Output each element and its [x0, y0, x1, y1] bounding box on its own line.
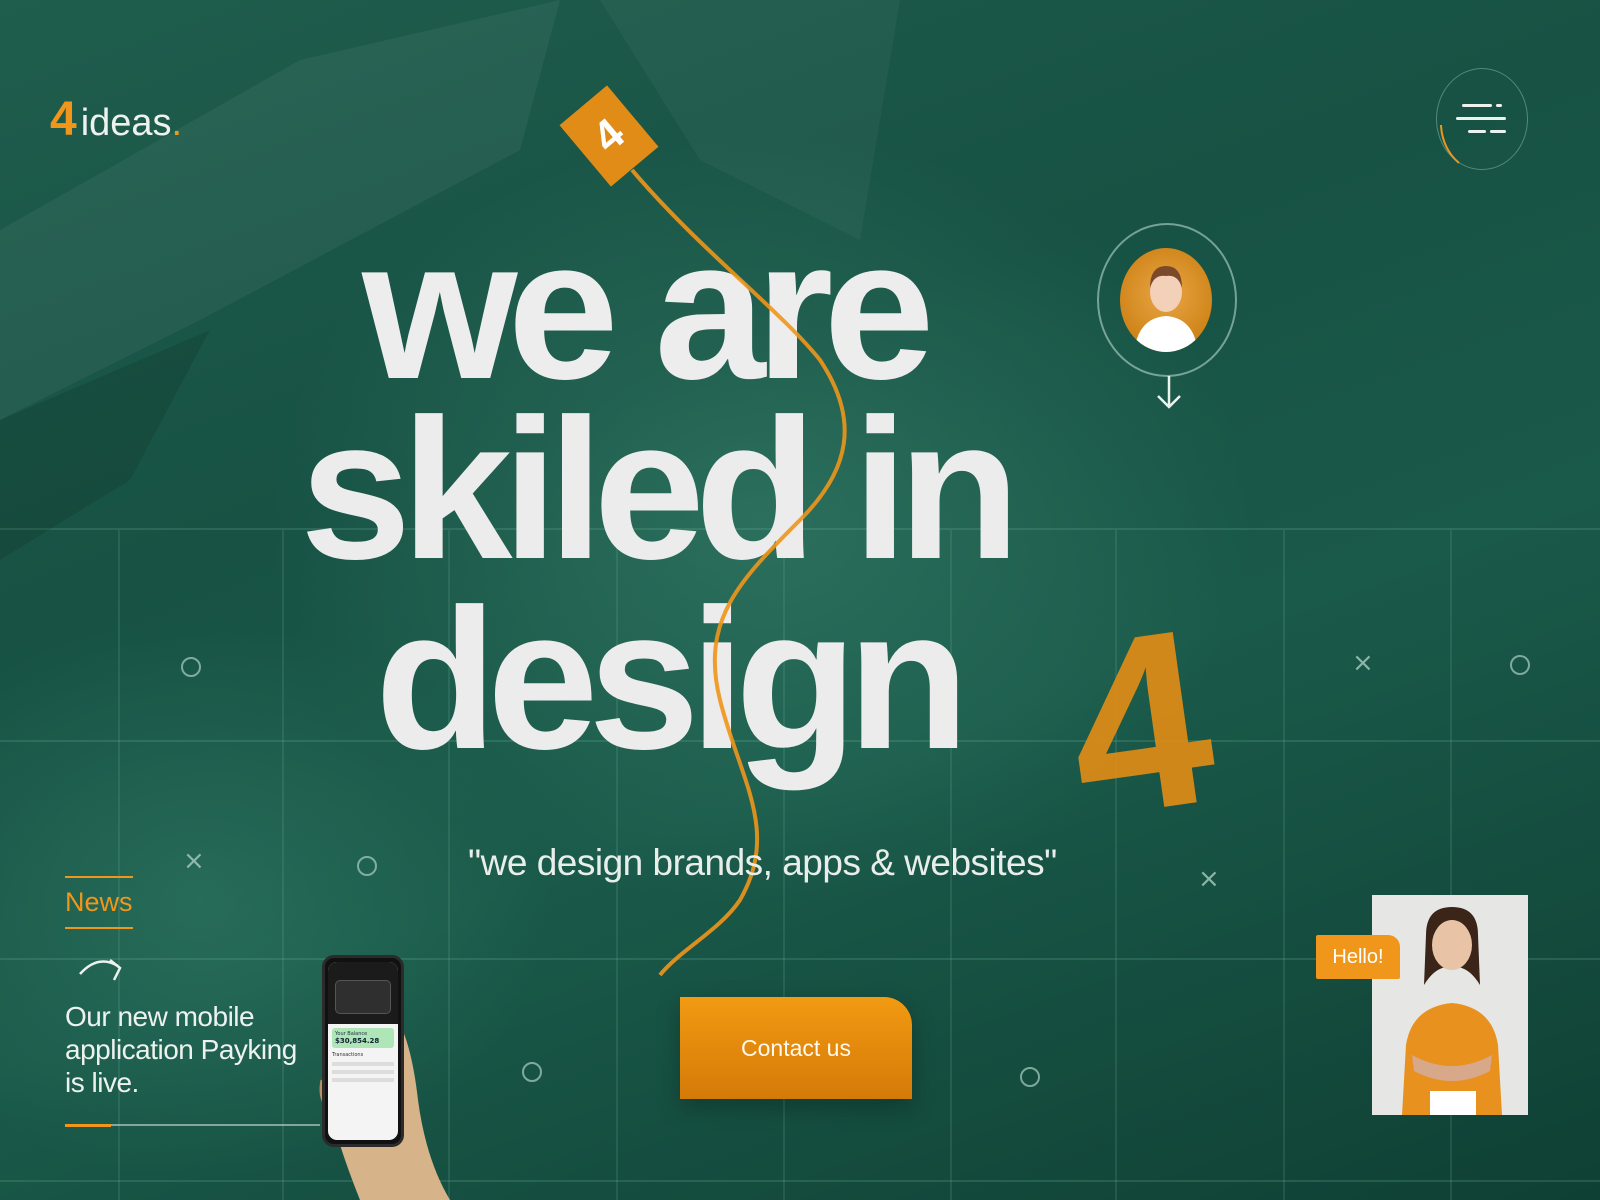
news-text[interactable]: Our new mobile application Payking is li…	[65, 1000, 305, 1099]
team-avatar[interactable]	[1120, 248, 1212, 352]
phone-balance-value: $30,854.28	[335, 1037, 380, 1045]
phone-section-label: Transactions	[332, 1052, 364, 1058]
news-progress	[65, 1124, 320, 1127]
phone-mockup[interactable]: Your Balance $30,854.28 Transactions	[322, 955, 404, 1147]
hero-tagline: "we design brands, apps & websites"	[468, 842, 1057, 883]
contact-us-button[interactable]: Contact us	[680, 997, 912, 1099]
phone-screen: Your Balance $30,854.28 Transactions	[328, 962, 398, 1140]
news-progress-fill	[65, 1124, 111, 1127]
phone-balance-card: Your Balance $30,854.28	[332, 1028, 394, 1048]
hello-bubble: Hello!	[1316, 935, 1400, 979]
accent-numeral: 4	[1052, 575, 1229, 871]
team-photo-card[interactable]	[1372, 895, 1528, 1115]
news-label[interactable]: News	[65, 876, 133, 929]
person-photo	[1402, 907, 1502, 1115]
arrow-down-icon[interactable]	[1154, 374, 1184, 410]
curved-arrow-icon	[79, 959, 122, 981]
phone-card-area	[328, 962, 398, 1024]
tag-numeral-icon: 4	[559, 85, 659, 187]
person-icon	[1134, 266, 1198, 352]
